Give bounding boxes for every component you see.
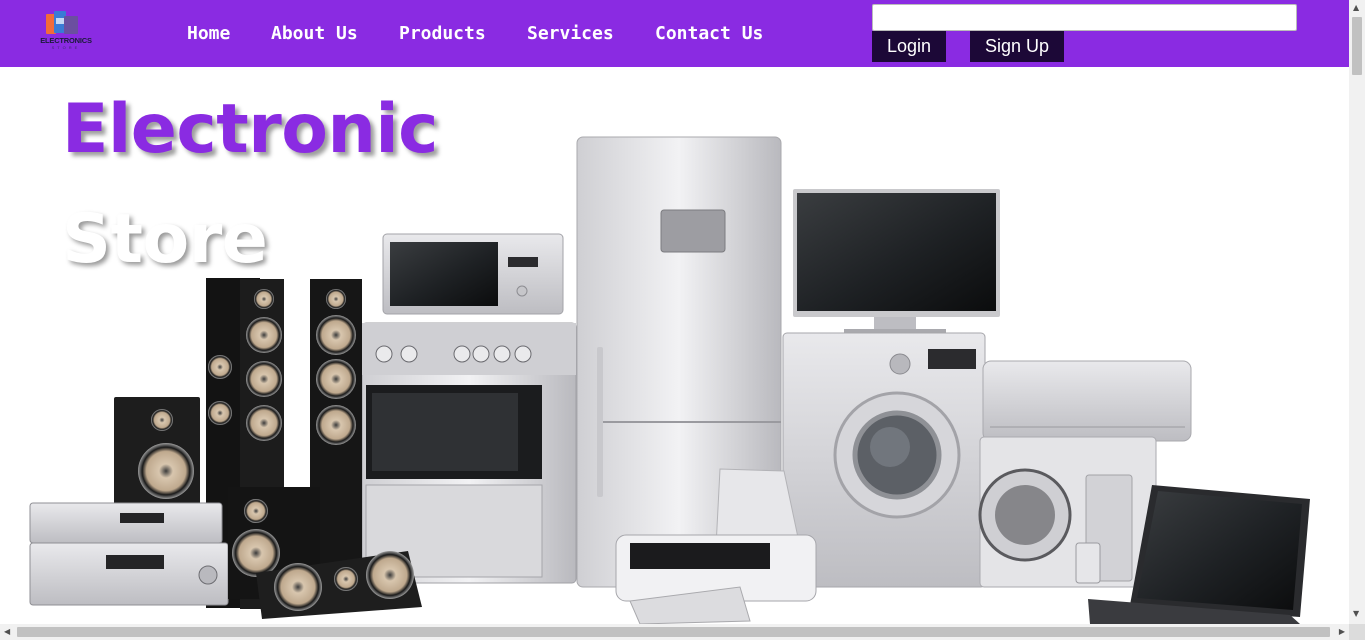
- scrollbar-corner: [1349, 624, 1365, 640]
- hero-title-line-1: Electronic: [62, 90, 438, 169]
- logo-subtext: STORE: [51, 45, 81, 50]
- logo-icon: [46, 11, 78, 34]
- scroll-down-icon[interactable]: ▼: [1353, 610, 1359, 618]
- horizontal-scrollbar[interactable]: ◀ ▶: [0, 624, 1349, 640]
- bookshelf-speaker: [114, 397, 200, 509]
- scroll-left-icon[interactable]: ◀: [4, 628, 10, 636]
- signup-button[interactable]: Sign Up: [970, 31, 1064, 62]
- nav-link-products[interactable]: Products: [399, 22, 486, 46]
- nav-link-contact-us[interactable]: Contact Us: [655, 22, 763, 46]
- horizontal-scrollbar-thumb[interactable]: [17, 627, 1330, 637]
- amplifiers: [29, 502, 229, 606]
- scroll-up-icon[interactable]: ▲: [1353, 4, 1359, 12]
- logo-text: ELECTRONICS: [40, 36, 92, 45]
- search-input[interactable]: [872, 4, 1297, 31]
- top-navigation-bar: ELECTRONICS STORE Home About Us Products…: [0, 0, 1349, 67]
- television: [793, 189, 1000, 335]
- scroll-right-icon[interactable]: ▶: [1339, 628, 1345, 636]
- nav-link-home[interactable]: Home: [187, 22, 230, 46]
- oven: [361, 322, 577, 584]
- microwave: [382, 233, 564, 315]
- nav-link-about-us[interactable]: About Us: [271, 22, 358, 46]
- vertical-scrollbar-thumb[interactable]: [1352, 17, 1362, 75]
- vertical-scrollbar[interactable]: ▲ ▼: [1349, 0, 1365, 624]
- store-logo[interactable]: ELECTRONICS STORE: [40, 8, 92, 54]
- login-button[interactable]: Login: [872, 31, 946, 62]
- hero-title-line-2: Store: [62, 200, 268, 279]
- hero-banner: Electronic Store: [0, 67, 1349, 624]
- nav-link-services[interactable]: Services: [527, 22, 614, 46]
